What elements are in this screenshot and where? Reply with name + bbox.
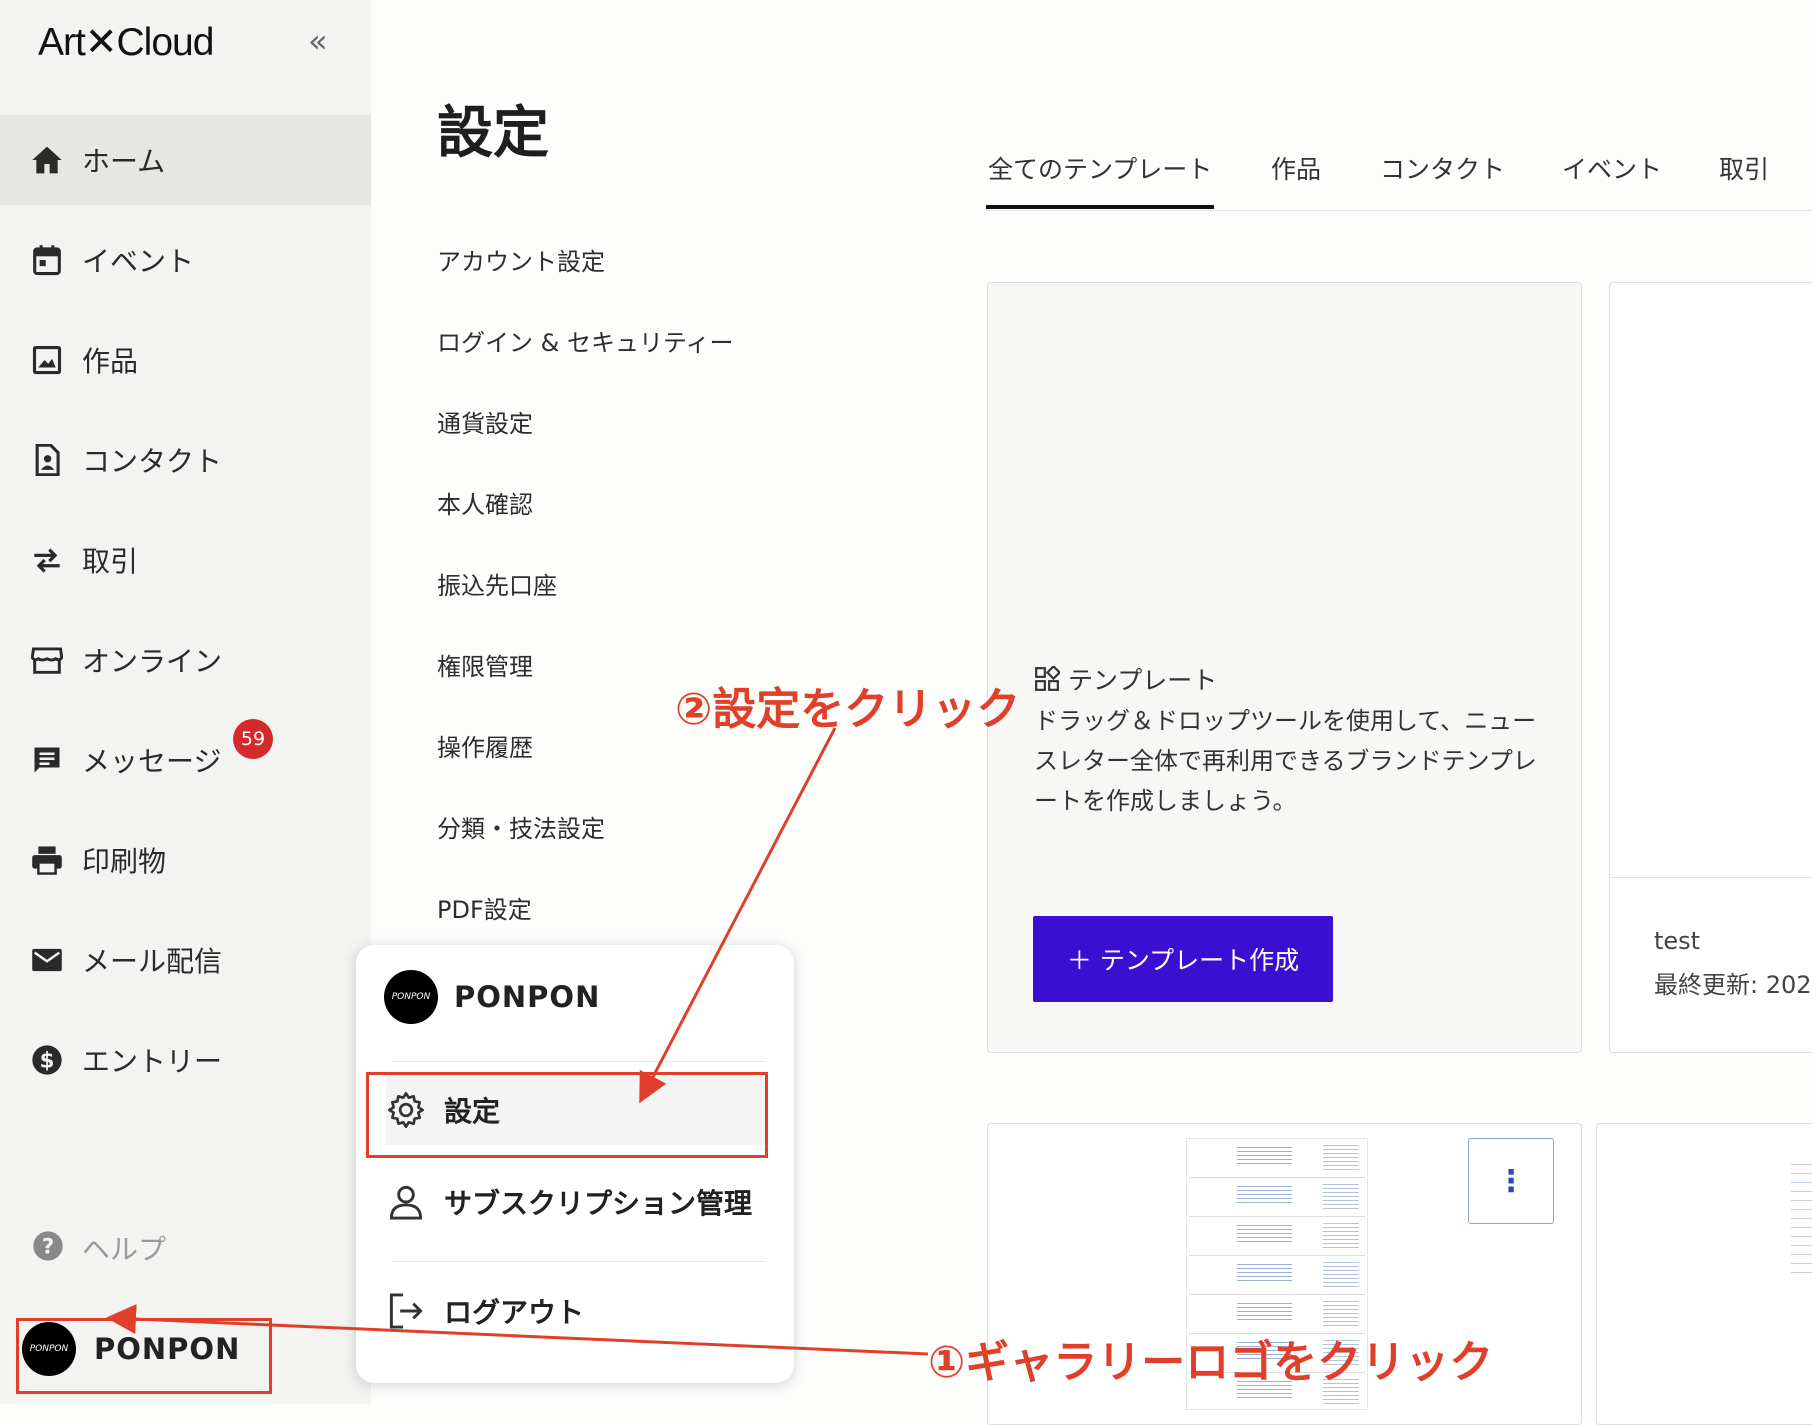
settings-item-currency[interactable]: 通貨設定	[437, 404, 533, 439]
tab-contacts[interactable]: コンタクト	[1380, 150, 1505, 186]
settings-highlight-box	[366, 1072, 768, 1158]
person-icon	[386, 1182, 426, 1222]
settings-item-identity[interactable]: 本人確認	[437, 485, 533, 520]
template-card-title: テンプレート	[1068, 666, 1218, 695]
settings-item-account[interactable]: アカウント設定	[437, 242, 605, 277]
settings-item-login-security[interactable]: ログイン & セキュリティー	[437, 323, 734, 358]
calendar-icon	[30, 243, 64, 277]
template-name: test	[1654, 927, 1701, 955]
annotation-step2: ②設定をクリック	[675, 684, 1021, 735]
settings-item-history[interactable]: 操作履歴	[437, 728, 533, 763]
logout-menu-item[interactable]: ログアウト	[386, 1276, 766, 1346]
sidebar-item-label: 作品	[82, 345, 139, 378]
contact-icon	[30, 443, 64, 477]
tab-artworks[interactable]: 作品	[1271, 150, 1321, 186]
sidebar-item-label: メッセージ	[82, 745, 222, 778]
settings-item-classification[interactable]: 分類・技法設定	[437, 809, 605, 844]
sidebar-item-label: エントリー	[82, 1045, 223, 1078]
template-card-description: ドラッグ＆ドロップツールを使用して、ニュースレター全体で再利用できるブランドテン…	[1034, 707, 1537, 815]
user-menu-popup: PONPON PONPON 設定 サブスクリプション管理 ログアウト	[356, 945, 794, 1383]
tab-transactions[interactable]: 取引	[1719, 150, 1769, 186]
artxcloud-logo[interactable]: Art✕Cloud	[38, 20, 214, 65]
sidebar-item-label: オンライン	[82, 645, 223, 678]
mail-icon	[30, 943, 64, 977]
active-tab-indicator	[986, 205, 1214, 209]
more-options-button[interactable]: ⋮	[1468, 1138, 1554, 1224]
settings-item-bank-account[interactable]: 振込先口座	[437, 566, 557, 601]
sidebar-item-transactions[interactable]: 取引	[0, 515, 371, 605]
dollar-icon: $	[30, 1043, 64, 1077]
popup-user-name: PONPON	[454, 980, 601, 1014]
unread-count-badge: 59	[233, 719, 273, 759]
sidebar-item-label: メール配信	[82, 945, 223, 978]
image-icon	[30, 343, 64, 377]
template-tabs: 全てのテンプレート 作品 コンタクト イベント 取引	[986, 140, 1812, 211]
help-link[interactable]: ? ヘルプ	[0, 1205, 371, 1290]
subscription-menu-item[interactable]: サブスクリプション管理	[386, 1167, 766, 1237]
tab-events[interactable]: イベント	[1562, 150, 1662, 186]
sidebar-item-artworks[interactable]: 作品	[0, 315, 371, 405]
logout-icon	[386, 1291, 426, 1331]
help-label: ヘルプ	[82, 1232, 167, 1266]
create-template-button[interactable]: ＋ テンプレート作成	[1033, 916, 1333, 1002]
gallery-logo-avatar: PONPON	[384, 970, 438, 1024]
page-title: 設定	[437, 101, 549, 166]
swap-icon	[30, 543, 64, 577]
gallery-logo-highlight-box	[16, 1318, 272, 1394]
store-icon	[30, 643, 64, 677]
sidebar-item-entry[interactable]: $ エントリー	[0, 1015, 371, 1105]
card-divider	[1610, 877, 1812, 878]
help-icon: ?	[32, 1230, 64, 1266]
sidebar-item-label: 印刷物	[82, 845, 167, 878]
sidebar-item-label: ホーム	[82, 145, 166, 178]
sidebar-item-events[interactable]: イベント	[0, 215, 371, 305]
sidebar-item-contacts[interactable]: コンタクト	[0, 415, 371, 505]
template-card-header: テンプレート	[1034, 661, 1217, 697]
sidebar-item-label: コンタクト	[82, 445, 223, 478]
message-icon	[30, 743, 64, 777]
popup-user-header: PONPON PONPON	[384, 970, 600, 1024]
template-last-updated: 最終更新: 202	[1654, 971, 1812, 999]
home-icon	[30, 143, 64, 177]
sidebar: Art✕Cloud « ホーム イベント 作品 コンタクト 取引 オンライン メ…	[0, 0, 371, 1404]
sidebar-item-label: 取引	[82, 545, 139, 578]
create-template-card: テンプレート ドラッグ＆ドロップツールを使用して、ニュースレター全体で再利用でき…	[987, 282, 1582, 1053]
sidebar-item-messages[interactable]: メッセージ 59	[0, 715, 371, 805]
svg-text:?: ?	[42, 1234, 54, 1259]
divider	[392, 1061, 766, 1062]
template-card-test[interactable]: test 最終更新: 202	[1609, 282, 1812, 1053]
sidebar-item-label: イベント	[82, 245, 195, 278]
sidebar-item-mail-delivery[interactable]: メール配信	[0, 915, 371, 1005]
sidebar-item-online[interactable]: オンライン	[0, 615, 371, 705]
settings-item-pdf[interactable]: PDF設定	[437, 890, 532, 925]
subscription-menu-label: サブスクリプション管理	[444, 1187, 753, 1220]
template-icon	[1034, 666, 1060, 692]
sidebar-item-prints[interactable]: 印刷物	[0, 815, 371, 905]
collapse-sidebar-icon[interactable]: «	[308, 22, 328, 60]
printer-icon	[30, 843, 64, 877]
settings-item-permissions[interactable]: 権限管理	[437, 647, 533, 682]
annotation-step1: ①ギャラリーロゴをクリック	[928, 1337, 1494, 1388]
sidebar-item-home[interactable]: ホーム	[0, 115, 371, 205]
divider	[392, 1261, 766, 1262]
logout-menu-label: ログアウト	[444, 1296, 585, 1329]
tab-all-templates[interactable]: 全てのテンプレート	[988, 150, 1212, 186]
svg-text:$: $	[40, 1048, 55, 1073]
template-thumbnail	[1791, 1164, 1812, 1274]
template-card-preview-2[interactable]	[1596, 1123, 1812, 1425]
